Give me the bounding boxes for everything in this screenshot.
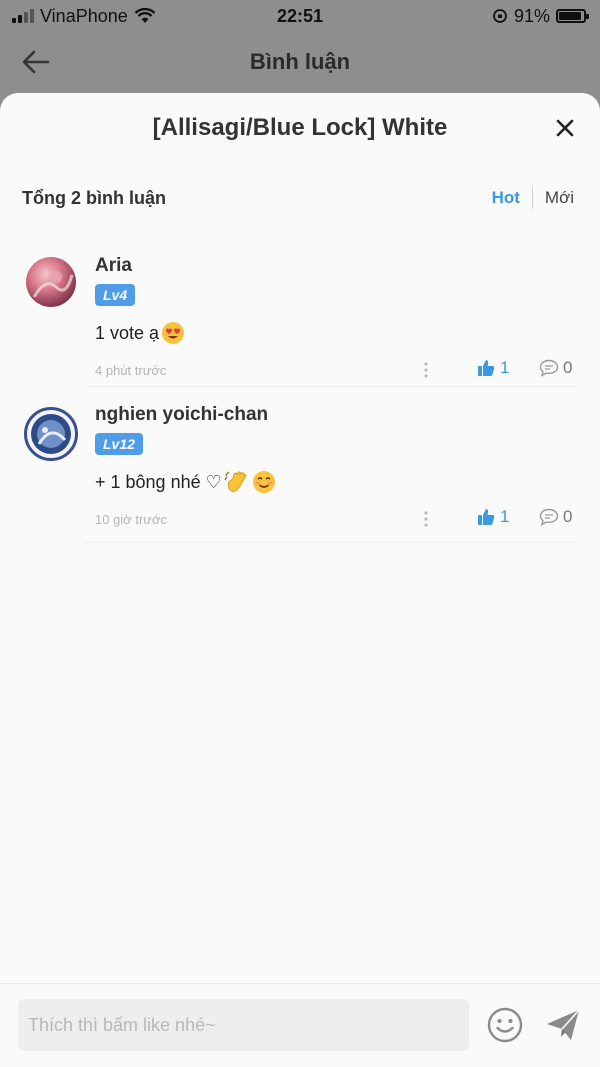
comment-bubble-icon — [539, 508, 559, 526]
more-options-icon[interactable] — [421, 361, 431, 379]
comment-meta: 4 phút trước 1 0 — [95, 358, 576, 382]
avatar[interactable] — [26, 257, 76, 307]
avatar-image — [31, 414, 71, 454]
like-count: 1 — [500, 358, 510, 377]
level-badge: Lv4 — [95, 284, 136, 306]
comment-divider — [85, 386, 576, 387]
comment-input[interactable] — [18, 999, 469, 1051]
reply-button[interactable]: 0 — [539, 358, 572, 378]
commenter-name[interactable]: Aria — [95, 254, 576, 278]
comment-input-bar — [0, 983, 600, 1067]
more-options-icon[interactable] — [421, 510, 431, 528]
sort-tabs: Hot Mới — [480, 187, 586, 209]
reply-count: 0 — [563, 358, 573, 377]
sheet-header: [Allisagi/Blue Lock] White — [0, 93, 600, 163]
comment-bubble-icon — [539, 359, 559, 377]
comment-body: nghien yoichi-chan Lv12 + 1 bông nhé ♡ 1… — [95, 403, 576, 531]
page-title: Bình luận — [249, 49, 351, 74]
comment-time: 10 giờ trước — [95, 511, 167, 527]
thumbs-up-icon — [478, 360, 495, 376]
comment-text-content: + 1 bông nhé ♡ — [95, 472, 222, 492]
rotation-lock-icon — [493, 9, 507, 23]
like-button[interactable]: 1 — [477, 358, 509, 378]
wifi-icon — [134, 8, 156, 23]
like-button[interactable]: 1 — [477, 507, 509, 527]
signal-icon — [12, 9, 34, 23]
comments-sheet: [Allisagi/Blue Lock] White Tổng 2 bình l… — [0, 93, 600, 1067]
comment-text: 1 vote ạ — [95, 320, 576, 346]
comment-count: Tổng 2 bình luận — [22, 187, 166, 208]
heart-eyes-emoji — [162, 322, 185, 344]
comment-meta: 10 giờ trước 1 0 — [95, 507, 576, 531]
sheet-title: [Allisagi/Blue Lock] White — [152, 114, 448, 141]
summary-row: Tổng 2 bình luận Hot Mới — [22, 183, 586, 213]
nav-header: Bình luận — [0, 32, 600, 92]
status-left: VinaPhone — [12, 6, 156, 27]
battery-percent: 91% — [513, 5, 550, 26]
back-button[interactable] — [20, 46, 52, 78]
arrow-left-icon — [22, 50, 50, 74]
commenter-name[interactable]: nghien yoichi-chan — [95, 403, 576, 427]
reply-count: 0 — [563, 507, 573, 526]
tab-new[interactable]: Mới — [533, 188, 586, 208]
battery-icon — [556, 9, 589, 23]
comment-body: Aria Lv4 1 vote ạ 4 phút trước 1 0 — [95, 254, 576, 382]
reply-button[interactable]: 0 — [539, 507, 572, 527]
battery-fill — [559, 12, 581, 20]
comment-text-content: 1 vote ạ — [95, 323, 160, 343]
smiley-icon[interactable] — [486, 1006, 524, 1044]
send-icon[interactable] — [544, 1006, 582, 1044]
status-right: 91% — [492, 5, 589, 27]
comment-divider — [85, 542, 576, 543]
carrier-label: VinaPhone — [40, 5, 128, 26]
avatar-image — [32, 271, 74, 298]
comment-time: 4 phút trước — [95, 362, 167, 378]
status-bar: VinaPhone 22:51 91% — [0, 0, 600, 32]
waving-hand-emoji — [224, 471, 246, 492]
comment-text: + 1 bông nhé ♡ — [95, 469, 576, 495]
avatar[interactable] — [24, 407, 78, 461]
like-count: 1 — [500, 507, 510, 526]
level-badge: Lv12 — [95, 433, 143, 455]
tab-hot[interactable]: Hot — [480, 188, 532, 208]
close-icon — [556, 119, 574, 137]
smiling-face-emoji — [252, 471, 275, 493]
thumbs-up-icon — [478, 509, 495, 525]
close-button[interactable] — [552, 115, 578, 141]
